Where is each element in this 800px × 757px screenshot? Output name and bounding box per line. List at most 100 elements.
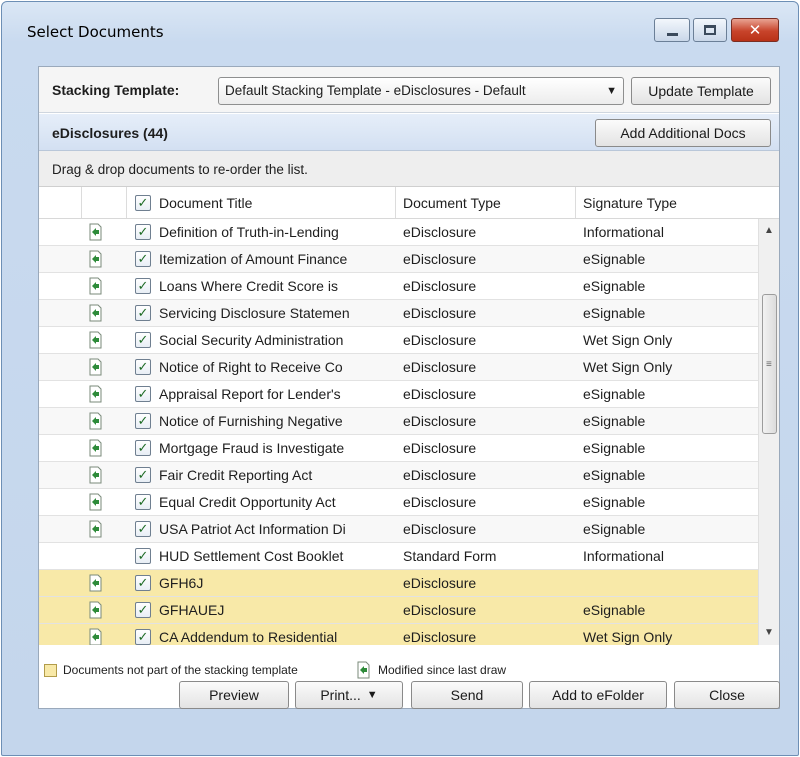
document-type: eDisclosure: [403, 575, 477, 591]
row-checkbox[interactable]: ✓: [135, 359, 151, 375]
document-modified-icon: [89, 601, 102, 619]
row-checkbox[interactable]: ✓: [135, 521, 151, 537]
table-row[interactable]: ✓ Servicing Disclosure Statemen eDisclosur…: [39, 300, 759, 327]
table-row[interactable]: ✓ Notice of Furnishing Negative eDisclosur…: [39, 408, 759, 435]
check-icon: ✓: [137, 548, 149, 564]
legend-not-in-template: Documents not part of the stacking templ…: [63, 663, 298, 677]
row-checkbox[interactable]: ✓: [135, 602, 151, 618]
document-title: Loans Where Credit Score is: [159, 278, 338, 294]
signature-type: Wet Sign Only: [583, 359, 673, 375]
close-button[interactable]: Close: [674, 681, 780, 709]
row-checkbox[interactable]: ✓: [135, 548, 151, 564]
row-checkbox[interactable]: ✓: [135, 413, 151, 429]
table-row[interactable]: ✓ Fair Credit Reporting Act eDisclosure eSi…: [39, 462, 759, 489]
document-title: HUD Settlement Cost Booklet: [159, 548, 344, 564]
table-row[interactable]: ✓ Loans Where Credit Score is eDisclosure e…: [39, 273, 759, 300]
document-title: Definition of Truth-in-Lending: [159, 224, 339, 240]
document-type: eDisclosure: [403, 251, 477, 267]
check-icon: ✓: [137, 359, 149, 375]
check-icon: ✓: [137, 413, 149, 429]
add-additional-docs-button[interactable]: Add Additional Docs: [595, 119, 771, 147]
document-type: eDisclosure: [403, 332, 477, 348]
dialog-content: Stacking Template: Default Stacking Temp…: [38, 66, 780, 709]
document-type: eDisclosure: [403, 305, 477, 321]
document-modified-icon: [89, 574, 102, 592]
table-row[interactable]: ✓ Equal Credit Opportunity Act eDisclosure…: [39, 489, 759, 516]
check-icon: ✓: [137, 629, 149, 645]
documents-grid: ✓ Document Title Document Type Signature…: [39, 187, 779, 645]
row-checkbox[interactable]: ✓: [135, 467, 151, 483]
signature-type: eSignable: [583, 278, 646, 294]
table-row[interactable]: ✓ USA Patriot Act Information Di eDisclosu…: [39, 516, 759, 543]
stacking-template-label: Stacking Template:: [52, 82, 180, 98]
signature-type: eSignable: [583, 251, 646, 267]
table-row[interactable]: ✓ Appraisal Report for Lender's eDisclosur…: [39, 381, 759, 408]
signature-type: Informational: [583, 548, 664, 564]
table-row[interactable]: ✓ GFHAUEJ eDisclosure eSignable: [39, 597, 759, 624]
signature-type: eSignable: [583, 386, 646, 402]
row-checkbox[interactable]: ✓: [135, 278, 151, 294]
row-checkbox[interactable]: ✓: [135, 494, 151, 510]
legend-modified: Modified since last draw: [378, 663, 507, 677]
document-modified-icon: [89, 412, 102, 430]
check-icon: ✓: [137, 224, 149, 240]
table-row[interactable]: ✓ GFH6J eDisclosure: [39, 570, 759, 597]
stacking-template-select[interactable]: Default Stacking Template - eDisclosures…: [218, 77, 624, 105]
legend: Documents not part of the stacking templ…: [39, 661, 779, 681]
scroll-down-icon[interactable]: ▼: [759, 623, 779, 643]
document-title: USA Patriot Act Information Di: [159, 521, 346, 537]
table-row[interactable]: ✓ Social Security Administration eDisclosu…: [39, 327, 759, 354]
reorder-hint: Drag & drop documents to re-order the li…: [52, 162, 308, 177]
table-row[interactable]: ✓ Mortgage Fraud is Investigate eDisclosur…: [39, 435, 759, 462]
update-template-button[interactable]: Update Template: [631, 77, 771, 105]
signature-type: eSignable: [583, 467, 646, 483]
check-icon: ✓: [137, 521, 149, 537]
scroll-up-icon[interactable]: ▲: [759, 221, 779, 241]
signature-type: eSignable: [583, 305, 646, 321]
check-icon: ✓: [137, 251, 149, 267]
row-checkbox[interactable]: ✓: [135, 386, 151, 402]
print-button[interactable]: Print... ▼: [295, 681, 403, 709]
add-to-efolder-button[interactable]: Add to eFolder: [529, 681, 667, 709]
row-checkbox[interactable]: ✓: [135, 224, 151, 240]
table-row[interactable]: ✓ Definition of Truth-in-Lending eDisclosu…: [39, 219, 759, 246]
row-checkbox[interactable]: ✓: [135, 305, 151, 321]
check-icon: ✓: [137, 440, 149, 456]
column-header-signature[interactable]: Signature Type: [583, 195, 677, 211]
close-window-button[interactable]: ✕: [731, 18, 779, 42]
check-icon: ✓: [137, 494, 149, 510]
table-row[interactable]: ✓ HUD Settlement Cost Booklet Standard For…: [39, 543, 759, 570]
table-row[interactable]: ✓ CA Addendum to Residential eDisclosure We…: [39, 624, 759, 645]
document-type: eDisclosure: [403, 413, 477, 429]
vertical-scrollbar[interactable]: ▲ ≡ ▼: [758, 219, 779, 645]
row-checkbox[interactable]: ✓: [135, 575, 151, 591]
table-row[interactable]: ✓ Notice of Right to Receive Co eDisclosur…: [39, 354, 759, 381]
document-modified-icon: [89, 628, 102, 645]
documents-list: ✓ Definition of Truth-in-Lending eDisclosu…: [39, 219, 759, 645]
row-checkbox[interactable]: ✓: [135, 251, 151, 267]
minimize-button[interactable]: [654, 18, 690, 42]
document-modified-icon: [357, 661, 370, 679]
check-icon: ✓: [137, 332, 149, 348]
section-title: eDisclosures (44): [52, 125, 168, 141]
document-modified-icon: [89, 385, 102, 403]
document-title: Itemization of Amount Finance: [159, 251, 348, 267]
preview-button[interactable]: Preview: [179, 681, 289, 709]
row-checkbox[interactable]: ✓: [135, 332, 151, 348]
check-icon: ✓: [137, 278, 149, 294]
document-type: eDisclosure: [403, 494, 477, 510]
document-modified-icon: [89, 250, 102, 268]
maximize-button[interactable]: [693, 18, 727, 42]
document-title: Equal Credit Opportunity Act: [159, 494, 336, 510]
document-type: eDisclosure: [403, 467, 477, 483]
document-title: Fair Credit Reporting Act: [159, 467, 313, 483]
check-icon: ✓: [137, 575, 149, 591]
row-checkbox[interactable]: ✓: [135, 629, 151, 645]
row-checkbox[interactable]: ✓: [135, 440, 151, 456]
table-row[interactable]: ✓ Itemization of Amount Finance eDisclosur…: [39, 246, 759, 273]
send-button[interactable]: Send: [411, 681, 523, 709]
document-modified-icon: [89, 358, 102, 376]
document-type: Standard Form: [403, 548, 497, 564]
scrollbar-thumb[interactable]: ≡: [762, 294, 777, 434]
window-title: Select Documents: [27, 23, 164, 41]
